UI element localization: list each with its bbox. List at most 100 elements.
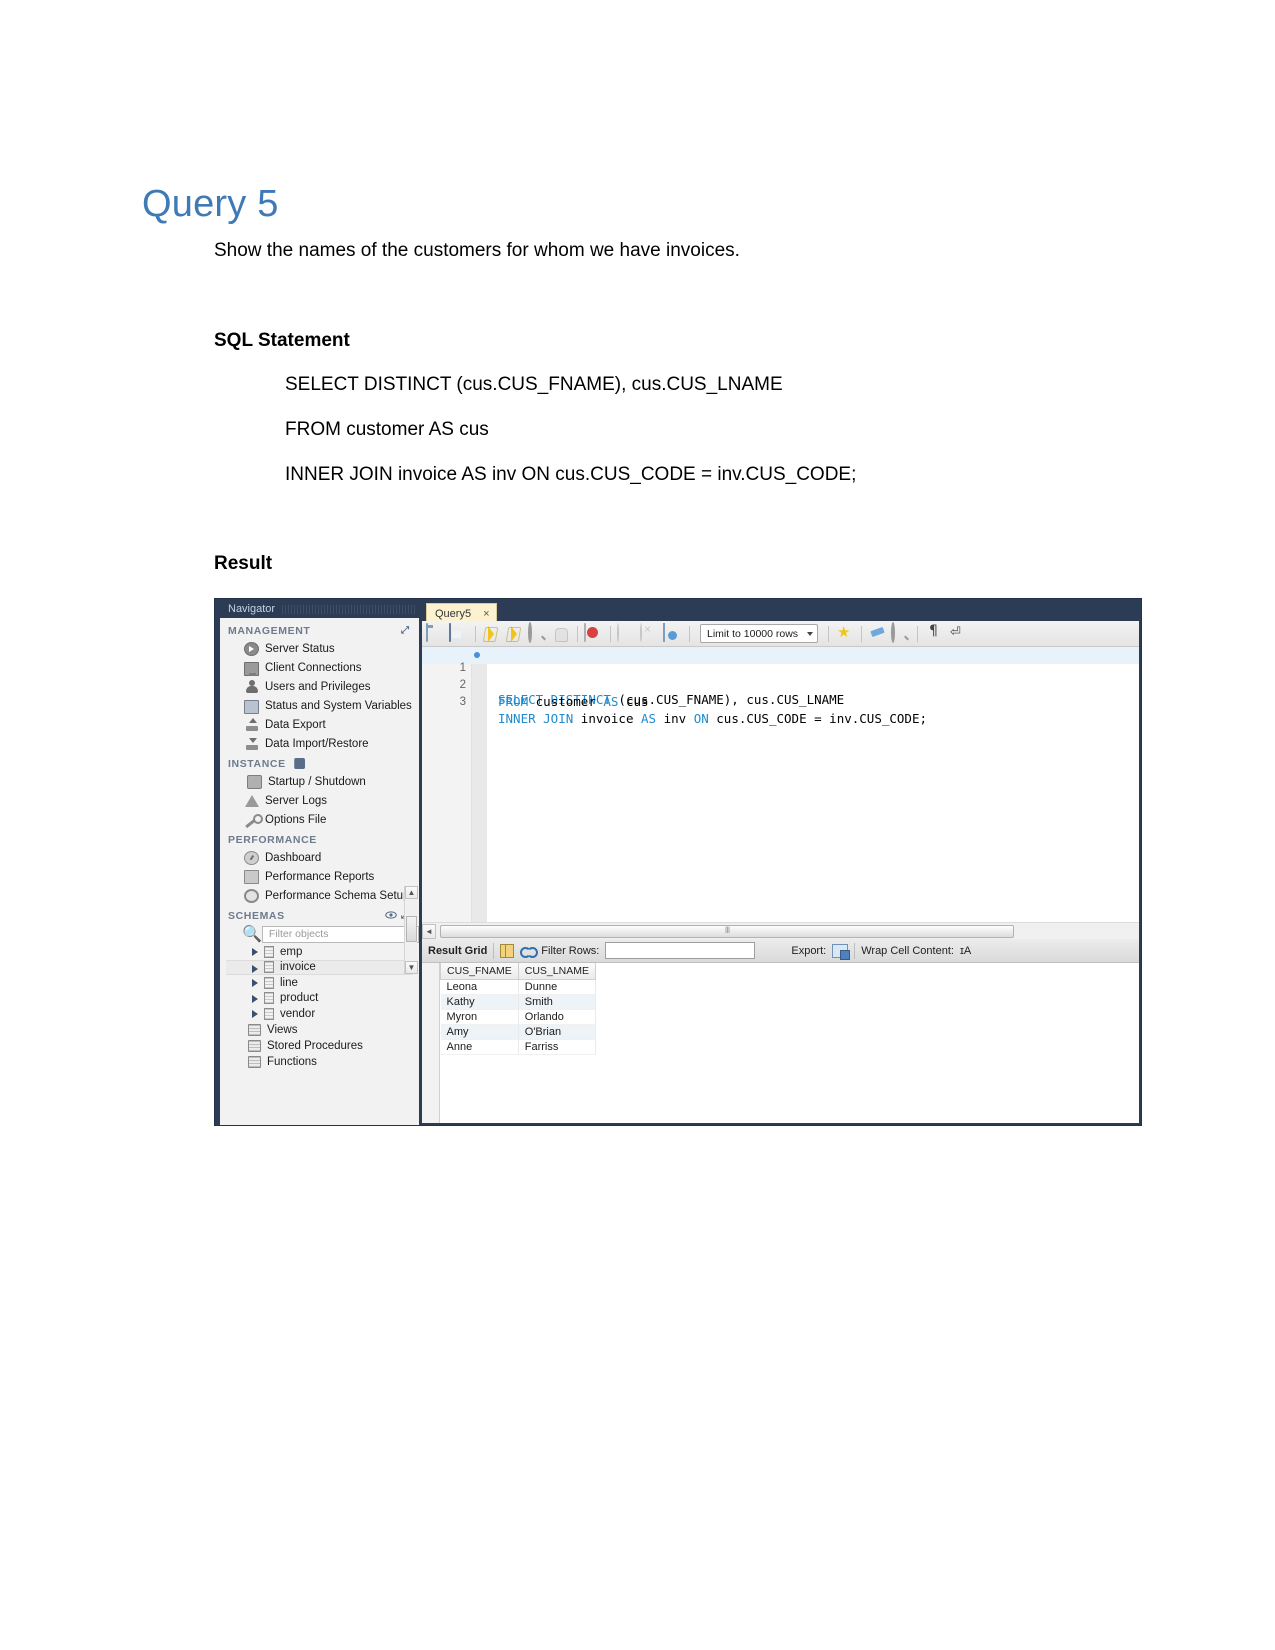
sidebar-item-startup-shutdown[interactable]: Startup / Shutdown	[220, 772, 419, 791]
tab-query5[interactable]: Query5 ×	[426, 603, 497, 621]
search-icon: 🔍	[242, 926, 262, 943]
cell-lname[interactable]: Smith	[518, 994, 596, 1010]
table-row[interactable]: Leona Dunne	[440, 979, 596, 995]
rollback-button[interactable]	[640, 622, 660, 644]
table-row[interactable]: Amy O'Brian	[440, 1024, 596, 1040]
scroll-down-button[interactable]: ▼	[405, 961, 418, 974]
explain-query-button[interactable]	[528, 621, 548, 644]
sidebar-item-options-file[interactable]: Options File	[220, 810, 419, 829]
sidebar-item-client-connections[interactable]: Client Connections	[220, 658, 419, 677]
find-button[interactable]	[891, 621, 911, 644]
chevron-right-icon[interactable]	[252, 1010, 258, 1018]
expand-icon[interactable]: ⤢	[401, 626, 411, 636]
chevron-right-icon[interactable]	[252, 979, 258, 987]
grid-view-icon[interactable]	[500, 943, 515, 958]
column-header-cus-fname[interactable]: CUS_FNAME	[440, 963, 519, 980]
cell-fname[interactable]: Myron	[440, 1009, 519, 1025]
sidebar-label: Startup / Shutdown	[268, 775, 366, 788]
line-number: 3	[459, 696, 466, 708]
table-row[interactable]: Anne Farriss	[440, 1039, 596, 1055]
filter-rows-input[interactable]	[605, 942, 756, 959]
execute-statement-button[interactable]	[482, 624, 502, 644]
sidebar-item-server-status[interactable]: Server Status	[220, 639, 419, 658]
cell-lname[interactable]: Dunne	[518, 979, 596, 995]
tree-item-invoice[interactable]: invoice	[226, 959, 413, 975]
code-line-1[interactable]: 1 SELECT DISTINCT (cus.CUS_FNAME), cus.C…	[422, 647, 1139, 707]
cell-fname[interactable]: Kathy	[440, 994, 519, 1010]
sidebar-item-users-and-privileges[interactable]: Users and Privileges	[220, 677, 419, 696]
table-icon	[264, 976, 274, 989]
execute-current-statement-button[interactable]	[505, 624, 525, 644]
cell-lname[interactable]: Farriss	[518, 1039, 596, 1055]
cell-lname[interactable]: O'Brian	[518, 1024, 596, 1040]
navigator-content: MANAGEMENT ⤢ Server Status Client Connec…	[220, 618, 419, 1125]
toggle-wrapping-button[interactable]	[947, 624, 967, 644]
tree-item-emp[interactable]: emp	[226, 944, 413, 960]
scrollbar-thumb[interactable]	[406, 916, 417, 942]
reports-icon	[244, 869, 259, 884]
tree-item-label: line	[280, 976, 298, 989]
toolbar-separator	[917, 625, 918, 642]
close-icon[interactable]: ×	[483, 608, 489, 620]
schema-tree-scrollbar[interactable]: ▲ ▼	[404, 886, 418, 974]
eye-icon[interactable]	[385, 910, 397, 920]
mysql-workbench-screenshot: Navigator MANAGEMENT ⤢ Server Status Cli…	[214, 598, 1142, 1126]
sidebar-item-data-export[interactable]: Data Export	[220, 715, 419, 734]
sidebar-item-data-import-restore[interactable]: Data Import/Restore	[220, 734, 419, 753]
table-row[interactable]: Kathy Smith	[440, 994, 596, 1010]
stop-on-error-button[interactable]	[551, 624, 571, 644]
sql-statement-line-2: FROM customer AS cus	[285, 419, 489, 440]
open-script-button[interactable]	[426, 622, 446, 644]
tab-strip: Query5 ×	[422, 601, 1139, 621]
save-script-button[interactable]	[449, 622, 469, 644]
export-icon[interactable]	[832, 943, 851, 960]
save-snippet-button[interactable]	[835, 623, 855, 644]
refresh-icon[interactable]	[520, 944, 539, 958]
chevron-right-icon[interactable]	[252, 964, 258, 973]
sidebar-item-performance-reports[interactable]: Performance Reports	[220, 867, 419, 886]
stop-query-button[interactable]	[584, 622, 604, 644]
scroll-left-button[interactable]: ◄	[422, 923, 436, 939]
schema-tree: emp invoice line product vendor Views St…	[226, 886, 418, 1070]
beautify-sql-button[interactable]	[868, 624, 888, 644]
toolbar-separator	[475, 625, 476, 642]
sql-code-editor[interactable]: 1 SELECT DISTINCT (cus.CUS_FNAME), cus.C…	[422, 647, 1139, 922]
sidebar-item-status-and-system-variables[interactable]: Status and System Variables	[220, 696, 419, 715]
tree-item-functions[interactable]: Functions	[226, 1054, 413, 1070]
table-row[interactable]: Myron Orlando	[440, 1009, 596, 1025]
scroll-up-button[interactable]: ▲	[405, 886, 418, 899]
sidebar-item-performance-schema-setup[interactable]: Performance Schema Setup	[220, 886, 419, 905]
tree-item-vendor[interactable]: vendor	[226, 1006, 413, 1022]
tree-item-line[interactable]: line	[226, 975, 413, 991]
group-label-instance: INSTANCE	[228, 758, 286, 770]
toolbar-separator	[689, 625, 690, 642]
wrap-cell-content-icon[interactable]: ɪA	[960, 945, 971, 957]
code-line-2[interactable]: 2 FROM customer AS cus	[422, 664, 1139, 709]
toggle-invisible-chars-button[interactable]	[924, 623, 944, 644]
tree-item-product[interactable]: product	[226, 991, 413, 1007]
chevron-down-icon[interactable]	[807, 631, 813, 636]
chevron-right-icon[interactable]	[252, 948, 258, 956]
editor-horizontal-scrollbar[interactable]: ◄	[422, 922, 1139, 939]
commit-button[interactable]	[617, 622, 637, 644]
sidebar-item-dashboard[interactable]: Dashboard	[220, 848, 419, 867]
code-line-3[interactable]: 3 INNER JOIN invoice AS inv ON cus.CUS_C…	[422, 681, 1139, 726]
table-icon	[264, 1007, 274, 1020]
cell-fname[interactable]: Anne	[440, 1039, 519, 1055]
column-header-cus-lname[interactable]: CUS_LNAME	[517, 963, 596, 980]
row-limit-dropdown[interactable]: Limit to 10000 rows	[700, 624, 818, 643]
navigator-title-bar: Navigator	[220, 601, 419, 618]
filter-objects-input[interactable]: Filter objects	[261, 925, 419, 943]
scrollbar-thumb[interactable]	[440, 924, 1014, 938]
cell-fname[interactable]: Amy	[440, 1024, 519, 1040]
filter-objects-placeholder: Filter objects	[268, 928, 329, 940]
cell-lname[interactable]: Orlando	[518, 1009, 596, 1025]
cell-fname[interactable]: Leona	[440, 979, 519, 995]
tree-item-label: invoice	[280, 961, 316, 974]
scrollbar-track[interactable]	[436, 924, 1139, 939]
tree-item-stored-procedures[interactable]: Stored Procedures	[226, 1038, 413, 1054]
sidebar-item-server-logs[interactable]: Server Logs	[220, 791, 419, 810]
tree-item-views[interactable]: Views	[226, 1022, 413, 1038]
toggle-autocommit-button[interactable]	[663, 622, 683, 644]
chevron-right-icon[interactable]	[252, 994, 258, 1003]
